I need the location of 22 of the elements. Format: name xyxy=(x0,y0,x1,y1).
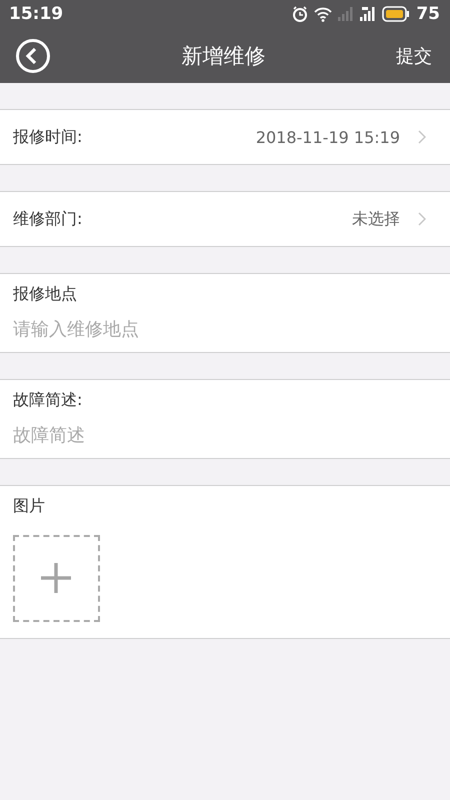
battery-level: 75 xyxy=(416,4,440,24)
field-label: 维修部门: xyxy=(13,208,84,230)
alarm-icon xyxy=(292,6,308,22)
status-time: 15:19 xyxy=(9,4,64,24)
field-value: 2018-11-19 15:19 xyxy=(256,128,400,146)
field-label: 报修时间: xyxy=(13,126,84,148)
signal-icon xyxy=(338,7,354,21)
field-label: 报修地点 xyxy=(13,284,78,305)
wifi-icon xyxy=(314,6,332,22)
field-label: 故障简述: xyxy=(13,390,84,411)
form-row[interactable]: 维修部门: 未选择 xyxy=(0,192,450,246)
page-title: 新增维修 xyxy=(180,42,266,70)
signal-icon xyxy=(360,7,376,21)
submit-button[interactable]: 提交 xyxy=(396,44,432,68)
chevron-icon xyxy=(418,130,426,144)
plus-icon xyxy=(41,563,71,593)
field-value: 未选择 xyxy=(352,208,400,230)
chevron-icon xyxy=(418,212,426,226)
back-button[interactable] xyxy=(15,38,51,74)
form-row[interactable]: 报修时间: 2018-11-19 15:19 xyxy=(0,110,450,164)
battery-icon xyxy=(382,6,410,22)
field-label: 图片 xyxy=(13,496,46,517)
